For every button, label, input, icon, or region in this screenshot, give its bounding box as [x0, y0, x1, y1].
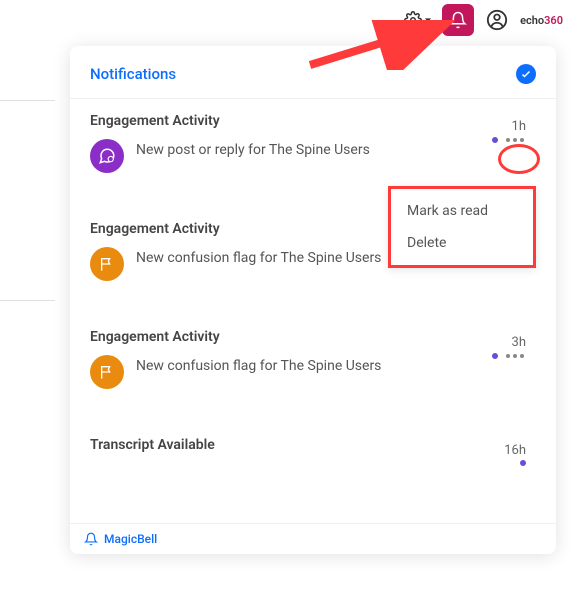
check-icon: [520, 68, 532, 80]
unread-indicator: [492, 137, 498, 143]
notification-time: 3h: [512, 335, 526, 350]
account-button[interactable]: [484, 7, 510, 33]
notification-group: Engagement Activity New post or reply fo…: [70, 99, 550, 187]
more-button[interactable]: [504, 136, 526, 144]
unread-indicator: [492, 353, 498, 359]
footer-brand[interactable]: MagicBell: [104, 532, 157, 546]
notification-text: New post or reply for The Spine Users: [136, 139, 530, 160]
brand-logo: echo360: [520, 14, 563, 27]
bell-small-icon: [84, 532, 98, 546]
panel-body[interactable]: Engagement Activity New post or reply fo…: [70, 99, 556, 523]
notification-meta: 1h: [492, 119, 526, 144]
divider: [0, 300, 55, 301]
top-bar: echo360: [404, 0, 575, 40]
context-menu: Mark as read Delete: [388, 186, 536, 268]
group-title: Engagement Activity: [90, 329, 530, 345]
notification-meta: 3h: [492, 335, 526, 360]
flag-icon: [90, 355, 124, 389]
panel-footer: MagicBell: [70, 523, 556, 554]
mark-all-read-button[interactable]: [516, 64, 536, 84]
mark-as-read-item[interactable]: Mark as read: [391, 195, 533, 227]
notification-text: New confusion flag for The Spine Users: [136, 355, 530, 376]
unread-indicator: [520, 460, 526, 466]
user-icon: [486, 9, 508, 31]
bell-icon: [449, 11, 467, 29]
notification-meta: 16h: [504, 443, 526, 466]
gear-icon: [404, 11, 422, 29]
notification-item[interactable]: New confusion flag for The Spine Users 3…: [90, 355, 530, 395]
divider: [0, 100, 55, 101]
notifications-panel: Notifications Engagement Activity New po…: [70, 46, 556, 554]
notification-item[interactable]: 16h: [90, 463, 530, 469]
chat-icon: [90, 139, 124, 173]
more-button[interactable]: [504, 352, 526, 360]
notification-item[interactable]: New post or reply for The Spine Users 1h: [90, 139, 530, 179]
notification-time: 1h: [512, 119, 526, 134]
flag-icon: [90, 247, 124, 281]
notifications-button[interactable]: [442, 4, 474, 36]
chevron-down-icon: [424, 16, 432, 24]
settings-button[interactable]: [404, 11, 432, 29]
group-title: Transcript Available: [90, 437, 530, 453]
group-title: Engagement Activity: [90, 113, 530, 129]
notification-group: Transcript Available 16h: [70, 423, 550, 477]
delete-item[interactable]: Delete: [391, 227, 533, 259]
notification-time: 16h: [504, 443, 526, 458]
panel-header: Notifications: [70, 46, 556, 99]
notification-group: Engagement Activity New confusion flag f…: [70, 315, 550, 403]
panel-title: Notifications: [90, 65, 176, 83]
